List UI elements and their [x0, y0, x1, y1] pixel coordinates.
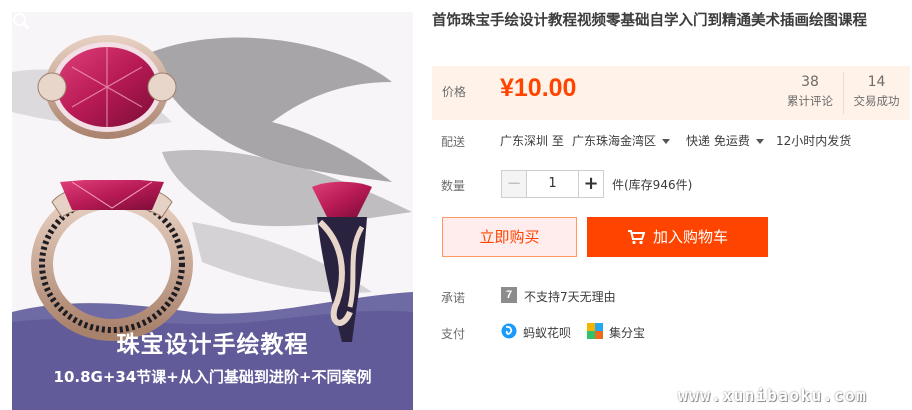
- add-to-cart-button[interactable]: 加入购物车: [587, 217, 768, 257]
- chevron-down-icon: [755, 139, 764, 144]
- buy-now-button[interactable]: 立即购买: [442, 217, 577, 257]
- sales-label: 交易成功: [853, 94, 900, 108]
- ship-to-select[interactable]: 广东珠海金湾区: [572, 132, 671, 149]
- reviews-count: 38: [801, 74, 819, 90]
- reviews-label: 累计评论: [787, 94, 833, 108]
- jifenbao-icon: [587, 323, 603, 339]
- payment-method-huabei[interactable]: 蚂蚁花呗: [523, 324, 571, 341]
- dispatch-time: 12小时内发货: [776, 134, 852, 148]
- image-subtitle: 10.8G+34节课+从入门基础到进阶+不同案例: [53, 368, 372, 386]
- shipping-label: 配送: [441, 135, 466, 149]
- ship-method-select[interactable]: 快递 免运费: [686, 132, 764, 149]
- promise-text[interactable]: 不支持7天无理由: [524, 288, 616, 305]
- promise-label: 承诺: [441, 291, 466, 305]
- sales-stat: 14 交易成功: [843, 72, 909, 114]
- reviews-stat[interactable]: 38 累计评论: [777, 72, 843, 114]
- chevron-down-icon: [662, 139, 671, 144]
- quantity-increase-button[interactable]: +: [578, 170, 604, 198]
- quantity-label: 数量: [441, 179, 466, 193]
- image-title: 珠宝设计手绘教程: [116, 332, 309, 358]
- price-label: 价格: [442, 85, 467, 99]
- product-image[interactable]: 珠宝设计手绘教程 10.8G+34节课+从入门基础到进阶+不同案例: [12, 12, 413, 410]
- payment-label: 支付: [441, 327, 466, 341]
- price-value: ¥10.00: [500, 74, 577, 102]
- quantity-input[interactable]: 1: [527, 170, 578, 198]
- add-to-cart-label: 加入购物车: [652, 228, 728, 246]
- ship-to-value: 广东珠海金湾区: [572, 134, 657, 148]
- payment-method-jifenbao[interactable]: 集分宝: [609, 324, 645, 341]
- ship-method-value: 快递 免运费: [686, 134, 750, 148]
- watermark: www.xunibaoku.com: [678, 386, 868, 405]
- zoom-icon[interactable]: [12, 12, 30, 30]
- quantity-decrease-button[interactable]: −: [501, 170, 527, 198]
- no-return-icon: 7: [501, 287, 517, 303]
- price-box: 价格 ¥10.00 38 累计评论 14 交易成功: [432, 66, 910, 120]
- huabei-icon: [501, 323, 517, 339]
- ship-from: 广东深圳 至: [500, 134, 564, 148]
- cart-icon: [627, 230, 646, 245]
- stock-text: 件(库存946件): [612, 178, 693, 192]
- sales-count: 14: [867, 74, 886, 90]
- product-title: 首饰珠宝手绘设计教程视频零基础自学入门到精通美术插画绘图课程: [432, 13, 867, 29]
